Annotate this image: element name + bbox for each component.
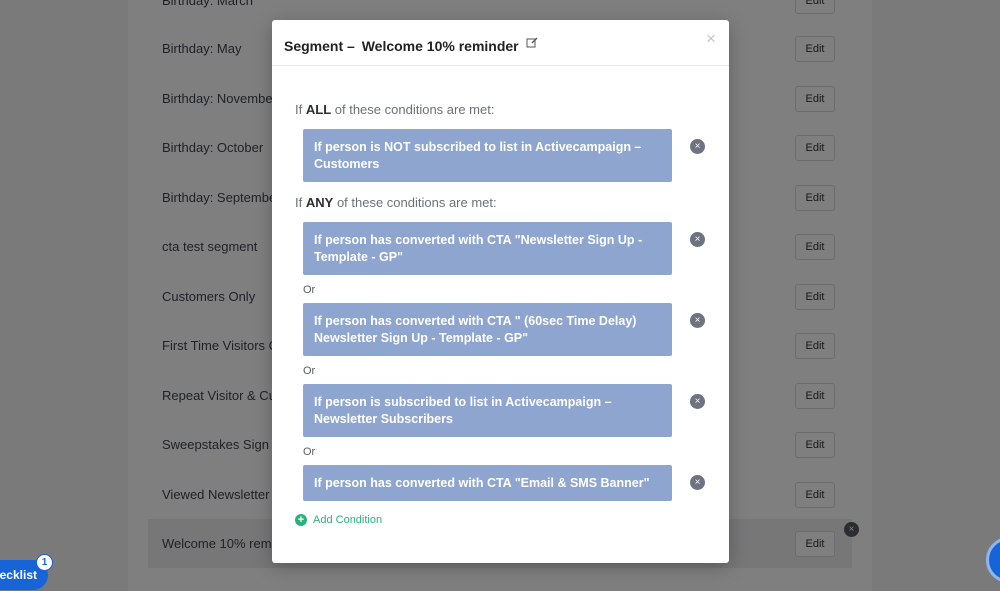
any-conditions-heading: If ANY of these conditions are met: (295, 195, 497, 210)
condition-block[interactable]: If person has converted with CTA " (60se… (303, 303, 672, 356)
or-separator: Or (303, 284, 316, 296)
condition-block[interactable]: If person is NOT subscribed to list in A… (303, 129, 672, 182)
heading-suffix: of these conditions are met: (334, 102, 495, 117)
remove-condition-icon[interactable]: × (690, 139, 705, 154)
heading-keyword: ANY (305, 195, 334, 210)
add-condition-button[interactable]: + Add Condition (295, 514, 382, 526)
heading-prefix: If (295, 102, 303, 117)
remove-condition-icon[interactable]: × (690, 475, 705, 490)
condition-block[interactable]: If person has converted with CTA "Email … (303, 465, 672, 501)
close-icon[interactable]: × (706, 30, 716, 47)
heading-keyword: ALL (305, 102, 332, 117)
checklist-count-badge: 1 (36, 554, 53, 571)
heading-prefix: If (295, 195, 303, 210)
modal-title-prefix: Segment – (284, 38, 355, 54)
or-separator: Or (303, 446, 316, 458)
plus-icon: + (295, 514, 307, 526)
modal-title: Segment – Welcome 10% reminder (284, 38, 519, 54)
all-conditions-heading: If ALL of these conditions are met: (295, 102, 494, 117)
remove-condition-icon[interactable]: × (690, 313, 705, 328)
segment-modal: Segment – Welcome 10% reminder × If ALL … (272, 20, 729, 563)
modal-header: Segment – Welcome 10% reminder × (272, 20, 729, 66)
remove-condition-icon[interactable]: × (690, 394, 705, 409)
checklist-label: Checklist (0, 568, 37, 582)
segment-title-name: Welcome 10% reminder (361, 38, 519, 54)
heading-suffix: of these conditions are met: (336, 195, 497, 210)
or-separator: Or (303, 365, 316, 377)
condition-block[interactable]: If person has converted with CTA "Newsle… (303, 222, 672, 275)
condition-block[interactable]: If person is subscribed to list in Activ… (303, 384, 672, 437)
remove-condition-icon[interactable]: × (690, 232, 705, 247)
add-condition-label: Add Condition (313, 514, 383, 526)
edit-title-icon[interactable] (526, 37, 538, 49)
